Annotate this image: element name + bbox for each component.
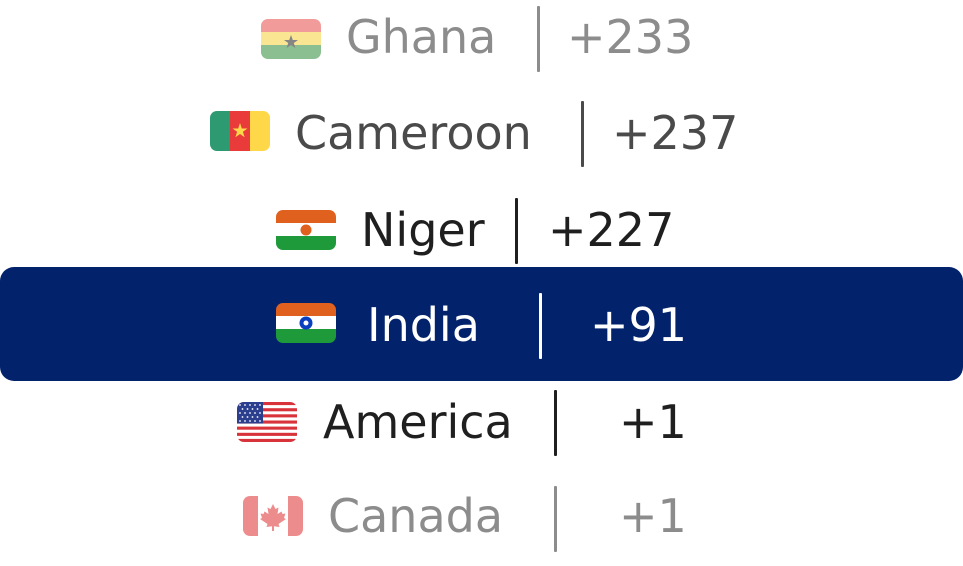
country-name: Niger xyxy=(361,203,485,257)
country-option-ghana[interactable]: Ghana +233 xyxy=(0,0,963,86)
dial-code: +91 xyxy=(590,298,688,352)
canada-flag-icon xyxy=(243,496,303,536)
dial-code: +227 xyxy=(548,203,675,257)
country-code-picker[interactable]: Ghana +233 Cameroon +237 Niger +227 Indi… xyxy=(0,0,963,552)
country-name: India xyxy=(367,298,480,352)
dial-code: +1 xyxy=(619,395,687,449)
row-divider xyxy=(515,198,518,264)
country-name: Ghana xyxy=(346,10,497,64)
usa-flag-icon xyxy=(237,402,297,442)
country-option-india-selected[interactable]: India +91 xyxy=(0,267,963,381)
country-name: Cameroon xyxy=(295,106,532,160)
country-option-america[interactable]: America +1 xyxy=(0,374,963,470)
dial-code: +233 xyxy=(567,10,694,64)
row-divider xyxy=(554,390,557,456)
ghana-flag-icon xyxy=(261,19,321,59)
row-divider xyxy=(581,101,584,167)
row-divider xyxy=(537,6,540,72)
niger-flag-icon xyxy=(276,210,336,250)
country-option-cameroon[interactable]: Cameroon +237 xyxy=(0,86,963,182)
row-divider xyxy=(539,293,542,359)
country-name: Canada xyxy=(328,489,504,543)
cameroon-flag-icon xyxy=(210,111,270,151)
country-name: America xyxy=(323,395,513,449)
row-divider xyxy=(554,486,557,552)
dial-code: +1 xyxy=(619,489,687,543)
india-flag-icon xyxy=(276,303,336,343)
country-option-niger[interactable]: Niger +227 xyxy=(0,182,963,278)
dial-code: +237 xyxy=(612,106,739,160)
